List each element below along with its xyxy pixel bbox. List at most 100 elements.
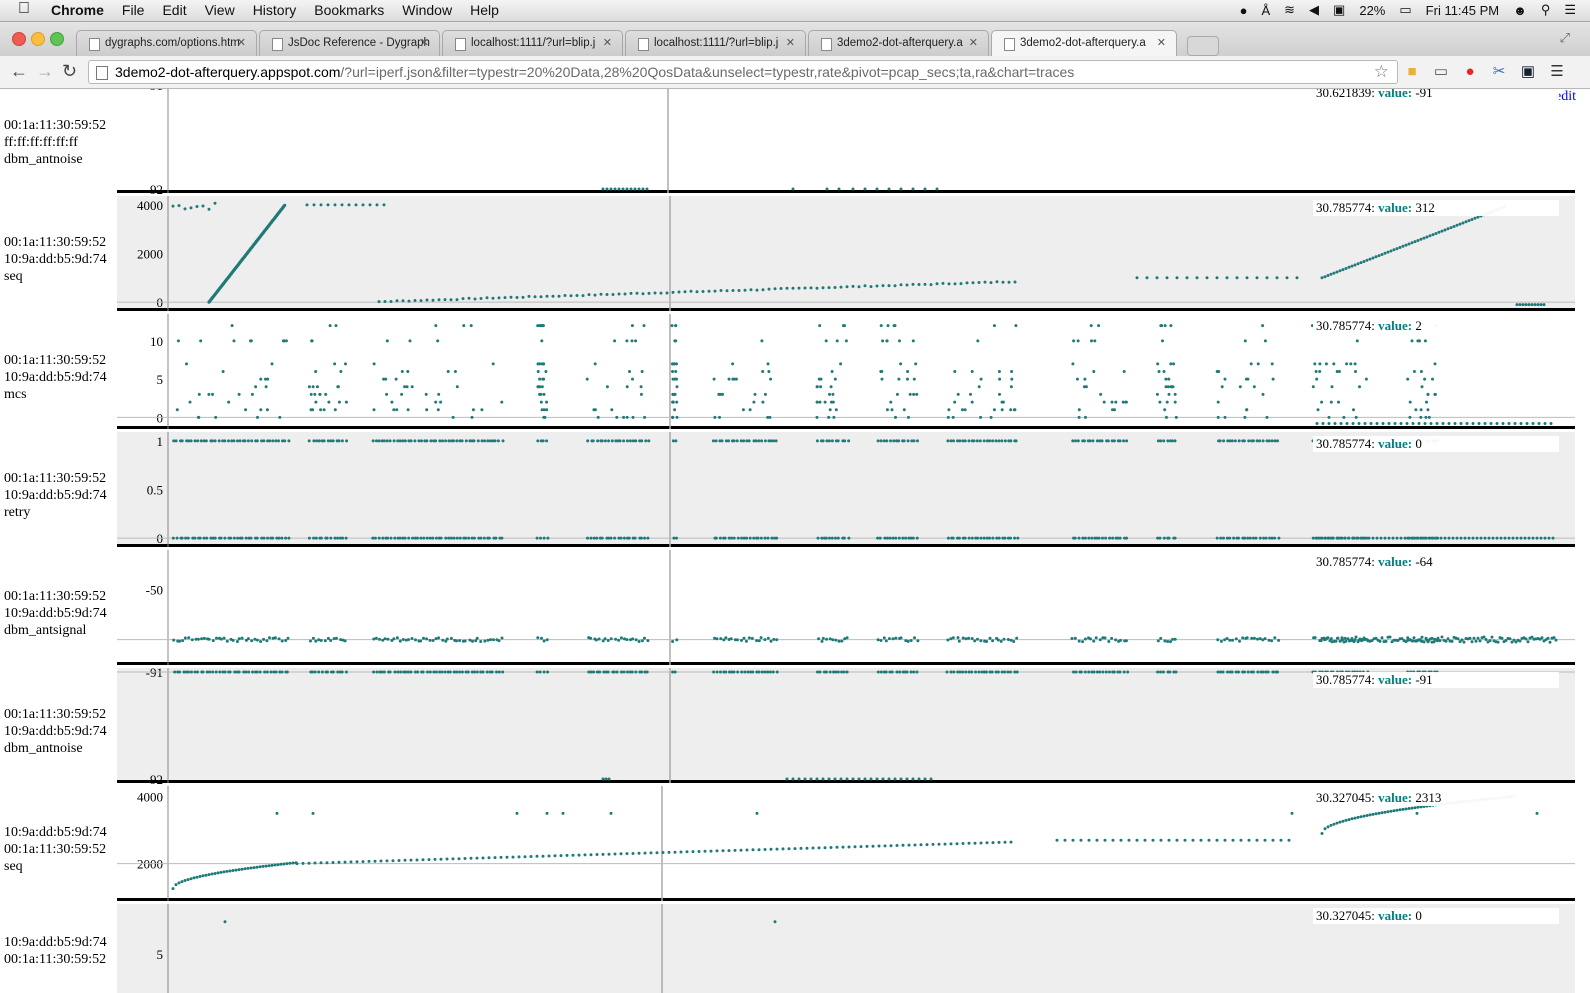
- data-point: [754, 439, 758, 443]
- data-point: [480, 439, 484, 443]
- data-point: [1353, 816, 1357, 820]
- tab-afterquery-1[interactable]: 3demo2-dot-afterquery.a ✕: [808, 30, 989, 56]
- data-point: [237, 637, 241, 641]
- tab-close-icon[interactable]: ✕: [1157, 36, 1166, 49]
- plot-area[interactable]: -91 -92 30.785774: value: -91: [117, 665, 1575, 787]
- battery-percent[interactable]: 22%: [1359, 3, 1385, 18]
- data-point: [250, 439, 254, 443]
- bookmark-star-icon[interactable]: ☆: [1374, 62, 1389, 82]
- back-icon[interactable]: ←: [10, 61, 28, 82]
- menu-icon[interactable]: ☰: [1548, 63, 1566, 81]
- notification-icon[interactable]: ●: [1240, 3, 1248, 18]
- plot-area[interactable]: 5 30.327045: value: 0: [117, 904, 1575, 993]
- data-point: [1173, 400, 1177, 404]
- data-point: [1267, 638, 1271, 642]
- scissors-extension-icon[interactable]: ✂: [1490, 63, 1508, 81]
- plot-area[interactable]: 10 5 0 30.785774: value: 2: [117, 314, 1575, 429]
- tab-localhost-2[interactable]: localhost:1111/?url=blip.j ✕: [625, 30, 806, 56]
- data-point: [331, 439, 335, 443]
- tab-close-icon[interactable]: ✕: [786, 36, 795, 49]
- address-bar[interactable]: 3demo2-dot-afterquery.appspot.com/?url=i…: [88, 60, 1398, 84]
- tab-close-icon[interactable]: ✕: [969, 36, 978, 49]
- data-point: [911, 536, 915, 540]
- data-point: [307, 439, 311, 443]
- tab-close-icon[interactable]: ✕: [603, 36, 612, 49]
- legend-value: 0: [1412, 908, 1422, 923]
- plot-area[interactable]: -50 30.785774: value: -64: [117, 550, 1575, 665]
- menu-app[interactable]: Chrome: [51, 2, 104, 18]
- notification-center-icon[interactable]: ☰: [1564, 2, 1576, 18]
- data-point: [1001, 280, 1005, 284]
- plot-area[interactable]: 4000 2000 30.327045: value: 2313: [117, 786, 1575, 901]
- reload-icon[interactable]: ↻: [62, 61, 77, 82]
- data-point: [837, 639, 841, 643]
- data-point: [951, 415, 955, 419]
- data-point: [1356, 815, 1360, 819]
- window-minimize-button[interactable]: [31, 32, 45, 46]
- fullscreen-icon[interactable]: ⤢: [1560, 30, 1570, 46]
- data-point: [1077, 408, 1081, 412]
- wifi-icon[interactable]: ≋: [1284, 2, 1295, 18]
- data-point: [291, 861, 295, 865]
- bluetooth-icon[interactable]: Å: [1261, 3, 1270, 18]
- menu-help[interactable]: Help: [470, 2, 499, 18]
- data-point: [596, 439, 600, 443]
- data-point: [319, 203, 323, 207]
- tab-close-icon[interactable]: ✕: [237, 36, 246, 49]
- plot-area[interactable]: 10.5030.785774: value: 0: [117, 432, 1575, 547]
- data-point: [197, 392, 201, 396]
- tab-close-icon[interactable]: ✕: [420, 36, 429, 49]
- data-point: [947, 282, 951, 286]
- data-point: [904, 536, 908, 540]
- data-point: [1395, 808, 1399, 812]
- data-point: [1077, 639, 1081, 643]
- display-icon[interactable]: ▣: [1333, 2, 1345, 18]
- window-zoom-button[interactable]: [50, 32, 64, 46]
- menu-window[interactable]: Window: [402, 2, 452, 18]
- data-point: [493, 856, 497, 860]
- data-point: [818, 400, 822, 404]
- data-point: [1158, 400, 1162, 404]
- clock[interactable]: Fri 11:45 PM: [1426, 3, 1499, 18]
- new-tab-button[interactable]: [1187, 36, 1219, 56]
- data-point: [1554, 638, 1558, 642]
- data-point: [914, 362, 918, 366]
- data-point: [749, 288, 753, 292]
- data-point: [444, 439, 448, 443]
- photo-extension-icon[interactable]: ▣: [1519, 63, 1537, 81]
- data-point: [431, 298, 435, 302]
- cast-icon[interactable]: ▭: [1432, 63, 1450, 81]
- data-point: [1145, 276, 1149, 280]
- plot-area[interactable]: 40002000030.785774: value: 312: [117, 196, 1575, 311]
- menu-edit[interactable]: Edit: [162, 2, 186, 18]
- menu-view[interactable]: View: [205, 2, 235, 18]
- data-point: [994, 439, 998, 443]
- spotlight-icon[interactable]: ⚲: [1541, 2, 1551, 18]
- data-point: [639, 392, 643, 396]
- data-point: [815, 286, 819, 290]
- tab-dygraphs-options[interactable]: dygraphs.com/options.htm ✕: [76, 30, 257, 56]
- scatter-plot[interactable]: -91-92: [117, 89, 1575, 197]
- menu-file[interactable]: File: [122, 2, 145, 18]
- window-close-button[interactable]: [12, 32, 26, 46]
- lock-extension-icon[interactable]: ■: [1403, 63, 1421, 81]
- tab-jsdoc[interactable]: JsDoc Reference - Dygraph ✕: [259, 30, 440, 56]
- data-point: [288, 861, 292, 865]
- record-extension-icon[interactable]: ●: [1461, 63, 1479, 81]
- apple-icon[interactable]: : [18, 0, 30, 18]
- user-icon[interactable]: ☻: [1513, 3, 1527, 18]
- battery-icon[interactable]: ▭: [1399, 2, 1411, 18]
- data-point: [395, 636, 399, 640]
- menu-bookmarks[interactable]: Bookmarks: [314, 2, 384, 18]
- plot-area[interactable]: -91-9230.621839: value: -91: [117, 89, 1575, 197]
- forward-icon[interactable]: →: [36, 61, 54, 82]
- data-point: [845, 636, 849, 640]
- data-point: [403, 536, 407, 540]
- data-point: [991, 639, 995, 643]
- menu-history[interactable]: History: [253, 2, 297, 18]
- tab-localhost-1[interactable]: localhost:1111/?url=blip.j ✕: [442, 30, 623, 56]
- volume-icon[interactable]: ◀: [1309, 2, 1319, 18]
- data-point: [1163, 324, 1167, 328]
- tab-afterquery-active[interactable]: 3demo2-dot-afterquery.a ✕: [991, 30, 1177, 56]
- data-point: [443, 298, 447, 302]
